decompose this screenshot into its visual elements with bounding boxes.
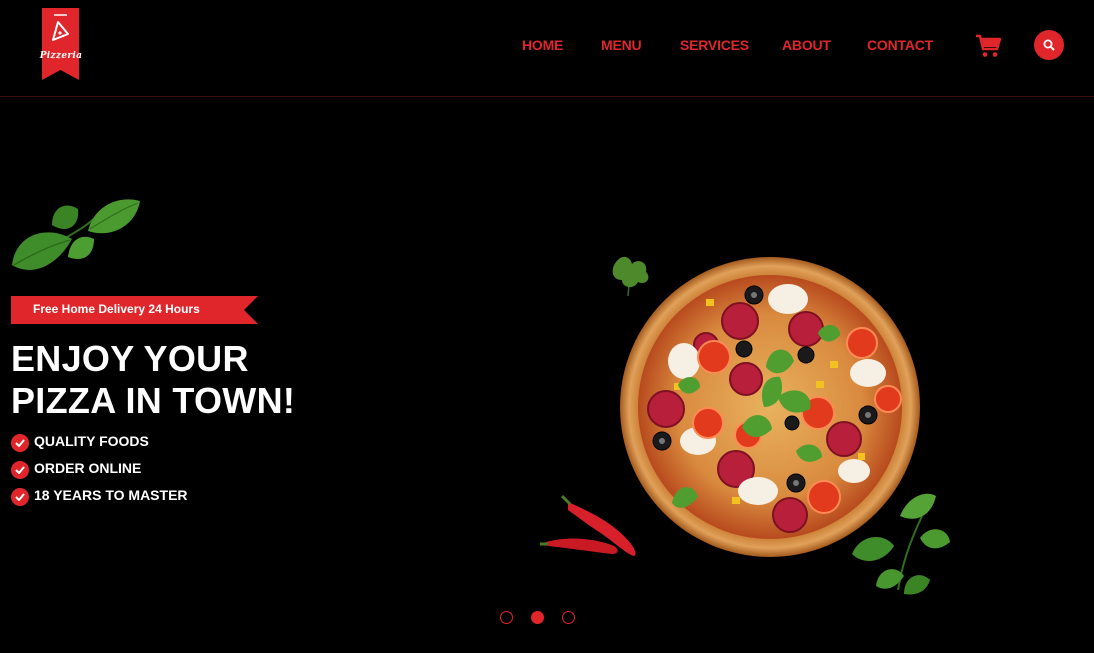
nav-contact[interactable]: CONTACT — [867, 37, 933, 53]
logo-text: Pizzeria — [39, 51, 83, 61]
slider-dot-2[interactable] — [531, 611, 544, 624]
check-icon — [11, 461, 29, 479]
nav-menu[interactable]: MENU — [601, 37, 642, 53]
slider-pagination — [500, 611, 580, 625]
feature-label: QUALITY FOODS — [34, 433, 149, 449]
check-icon — [11, 488, 29, 506]
site-header: Pizzeria HOME MENU SERVICES ABOUT CONTAC… — [0, 0, 1094, 97]
feature-label: 18 YEARS TO MASTER — [34, 487, 188, 503]
chili-peppers-image — [538, 492, 642, 560]
delivery-badge: Free Home Delivery 24 Hours — [11, 296, 258, 324]
basil-leaves-image — [8, 195, 143, 287]
hero-headline: ENJOY YOUR PIZZA IN TOWN! — [11, 338, 295, 422]
hero-headline-line1: ENJOY YOUR — [11, 338, 249, 379]
search-button[interactable] — [1034, 30, 1064, 60]
nav-about[interactable]: ABOUT — [782, 37, 831, 53]
feature-item: QUALITY FOODS — [11, 432, 231, 459]
slider-dot-1[interactable] — [500, 611, 513, 624]
feature-item: ORDER ONLINE — [11, 459, 231, 486]
check-icon — [11, 434, 29, 452]
slider-dot-3[interactable] — [562, 611, 575, 624]
pizzeria-logo[interactable] — [42, 8, 79, 80]
feature-item: 18 YEARS TO MASTER — [11, 486, 231, 513]
feature-label: ORDER ONLINE — [34, 460, 142, 476]
cart-icon[interactable] — [975, 34, 1002, 58]
feature-list: QUALITY FOODS ORDER ONLINE 18 YEARS TO M… — [11, 432, 231, 513]
hero-headline-line2: PIZZA IN TOWN! — [11, 380, 296, 421]
nav-services[interactable]: SERVICES — [680, 37, 749, 53]
basil-sprig-image — [848, 486, 954, 596]
search-icon — [1043, 39, 1055, 51]
nav-home[interactable]: HOME — [522, 37, 563, 53]
delivery-badge-text: Free Home Delivery 24 Hours — [33, 302, 200, 316]
